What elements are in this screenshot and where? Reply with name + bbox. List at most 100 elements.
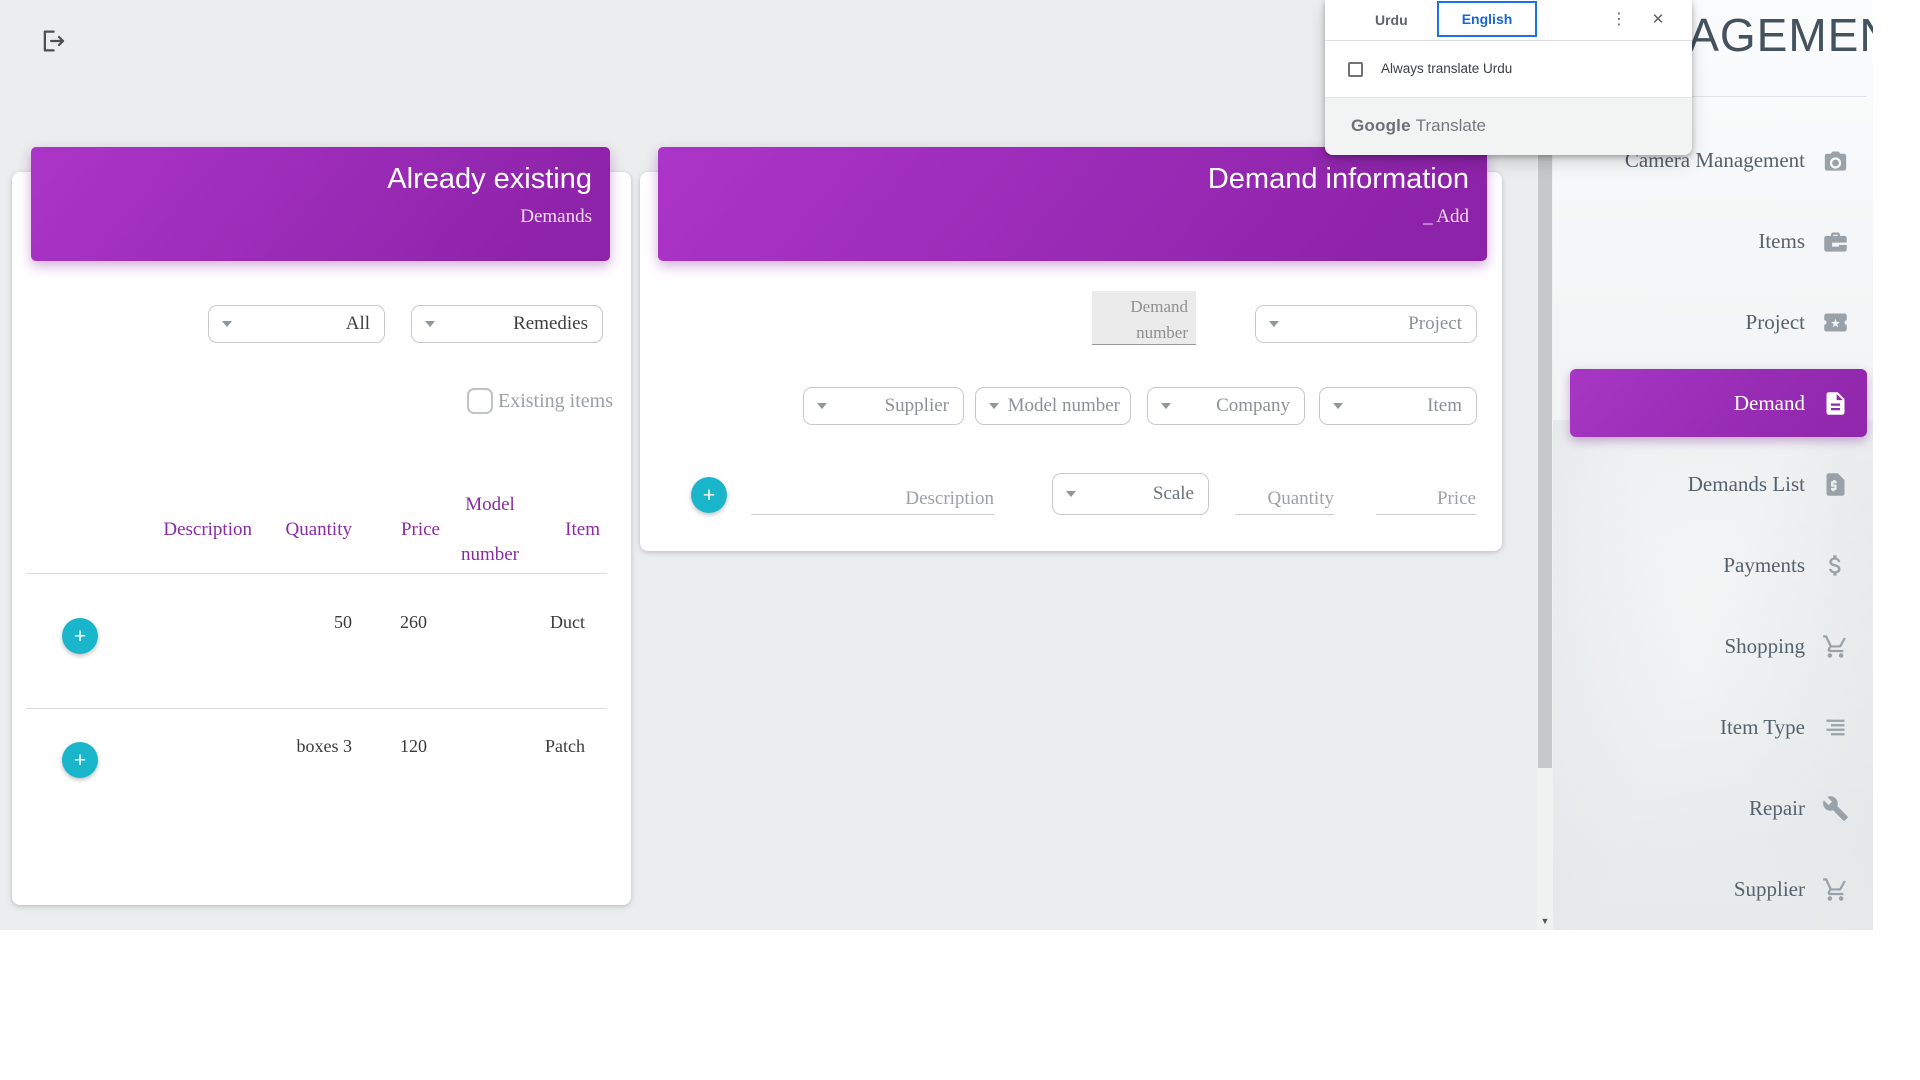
add-demand-line-button[interactable]: +	[691, 477, 727, 513]
sidebar-item-demands-list[interactable]: Demands List	[1553, 444, 1873, 525]
row1-price: 260	[360, 612, 427, 633]
plus-icon: +	[74, 626, 86, 647]
existing-items-label: Existing items	[498, 390, 613, 413]
price-input[interactable]: Price	[1376, 475, 1476, 515]
demand-number-field[interactable]: Demand number	[1092, 291, 1196, 345]
translate-brand-text: Translate	[1416, 116, 1486, 135]
sidebar-item-label: Supplier	[1734, 877, 1805, 902]
chevron-down-icon	[989, 403, 999, 409]
cart-icon	[1822, 876, 1849, 903]
chevron-down-icon	[222, 321, 232, 327]
sidebar-item-payments[interactable]: Payments	[1553, 525, 1873, 606]
sidebar-item-supplier[interactable]: Supplier	[1553, 849, 1873, 930]
filter-remedies-dropdown[interactable]: Remedies	[411, 305, 603, 343]
sidebar-item-label: Repair	[1749, 796, 1805, 821]
sidebar-item-label: Shopping	[1724, 634, 1805, 659]
camera-icon	[1822, 147, 1849, 174]
chevron-down-icon	[1066, 491, 1076, 497]
col-header-model-line1: Model	[448, 494, 532, 516]
col-header-model-line2: number	[448, 544, 532, 566]
row1-item: Duct	[540, 612, 585, 633]
table-divider	[26, 708, 607, 709]
model-number-dropdown[interactable]: Model number	[975, 387, 1131, 425]
add-row-button[interactable]: +	[62, 618, 98, 654]
scale-dropdown[interactable]: Scale	[1052, 473, 1209, 515]
sidebar-menu: Camera Management Items Project Demand D…	[1553, 120, 1873, 930]
company-value: Company	[1171, 395, 1304, 417]
existing-items-checkbox[interactable]	[467, 388, 493, 414]
sidebar-item-demand[interactable]: Demand	[1570, 369, 1867, 437]
col-header-quantity: Quantity	[260, 519, 352, 541]
document-icon	[1822, 390, 1849, 417]
sidebar-item-repair[interactable]: Repair	[1553, 768, 1873, 849]
close-icon[interactable]: ✕	[1647, 9, 1669, 31]
sidebar-item-shopping[interactable]: Shopping	[1553, 606, 1873, 687]
always-translate-checkbox[interactable]	[1348, 62, 1363, 77]
description-placeholder: Description	[905, 488, 994, 510]
filter-all-value: All	[232, 313, 384, 335]
project-value: Project	[1279, 313, 1476, 335]
cart-icon	[1822, 633, 1849, 660]
chevron-down-icon	[817, 403, 827, 409]
sidebar-item-label: Project	[1746, 310, 1805, 335]
sidebar-item-project[interactable]: Project	[1553, 282, 1873, 363]
quantity-placeholder: Quantity	[1268, 488, 1335, 510]
always-translate-label: Always translate Urdu	[1381, 61, 1512, 76]
plus-icon: +	[703, 485, 715, 506]
supplier-dropdown[interactable]: Supplier	[803, 387, 964, 425]
demand-number-placeholder: Demand number	[1130, 297, 1188, 342]
add-row-button[interactable]: +	[62, 742, 98, 778]
invoice-icon	[1822, 471, 1849, 498]
sidebar-item-label: Items	[1758, 229, 1805, 254]
col-header-description: Description	[108, 519, 252, 541]
sidebar-item-label: Item Type	[1720, 715, 1805, 740]
chevron-down-icon	[1269, 321, 1279, 327]
sidebar-item-label: Demand	[1734, 391, 1805, 416]
col-header-item: Item	[540, 519, 600, 541]
row2-price: 120	[360, 736, 427, 757]
description-input[interactable]: Description	[751, 475, 994, 515]
item-dropdown[interactable]: Item	[1319, 387, 1477, 425]
scale-value: Scale	[1076, 483, 1208, 505]
chevron-down-icon	[1333, 403, 1343, 409]
chevron-down-icon	[1161, 403, 1171, 409]
row2-quantity: boxes 3	[260, 736, 352, 757]
col-header-price: Price	[360, 519, 440, 541]
supplier-value: Supplier	[827, 395, 963, 417]
row2-item: Patch	[540, 736, 585, 757]
sidebar-item-label: Demands List	[1688, 472, 1805, 497]
demand-information-header: Demand information _ Add	[658, 147, 1487, 261]
sidebar-item-item-type[interactable]: Item Type	[1553, 687, 1873, 768]
app-root: All Remedies Existing items Description …	[0, 0, 1920, 1080]
filter-remedies-value: Remedies	[435, 313, 602, 335]
list-lines-icon	[1822, 714, 1849, 741]
translate-footer: Google Translate	[1325, 97, 1692, 155]
more-options-icon[interactable]: ⋮	[1608, 9, 1630, 31]
tools-icon	[1822, 795, 1849, 822]
sidebar-item-items[interactable]: Items	[1553, 201, 1873, 282]
scrollbar-down-arrow[interactable]: ▼	[1537, 912, 1553, 930]
card-title: Already existing	[387, 161, 592, 197]
ticket-star-icon	[1822, 309, 1849, 336]
price-placeholder: Price	[1437, 488, 1476, 510]
google-logo: Google	[1351, 116, 1411, 135]
item-value: Item	[1343, 395, 1476, 417]
card-subtitle: Demands	[520, 206, 592, 228]
chevron-down-icon	[425, 321, 435, 327]
model-number-value: Model number	[999, 395, 1130, 417]
logout-icon[interactable]	[38, 26, 68, 56]
tab-english[interactable]: English	[1437, 1, 1537, 37]
card-title: Demand information	[1208, 161, 1469, 197]
project-dropdown[interactable]: Project	[1255, 305, 1477, 343]
add-link[interactable]: _ Add	[1423, 206, 1469, 228]
dollar-icon	[1822, 552, 1849, 579]
table-divider	[26, 573, 607, 574]
plus-icon: +	[74, 750, 86, 771]
filter-all-dropdown[interactable]: All	[208, 305, 385, 343]
quantity-input[interactable]: Quantity	[1235, 475, 1334, 515]
google-translate-popup: Urdu English ⋮ ✕ Always translate Urdu G…	[1325, 0, 1692, 155]
tab-urdu[interactable]: Urdu	[1375, 0, 1408, 40]
already-existing-header: Already existing Demands	[31, 147, 610, 261]
company-dropdown[interactable]: Company	[1147, 387, 1305, 425]
translate-tabs: Urdu English ⋮ ✕	[1325, 0, 1692, 41]
